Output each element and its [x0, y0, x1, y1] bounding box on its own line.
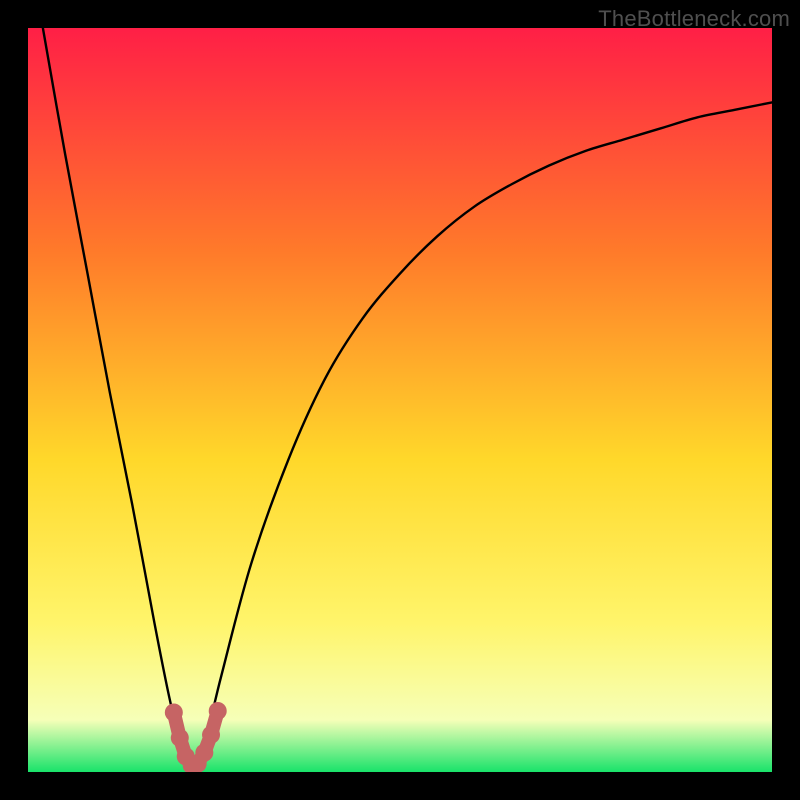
- marker-dot: [209, 702, 227, 720]
- chart-frame: TheBottleneck.com: [0, 0, 800, 800]
- marker-dot: [171, 729, 189, 747]
- plot-svg: [28, 28, 772, 772]
- marker-dot: [202, 726, 220, 744]
- marker-dot: [195, 744, 213, 762]
- marker-dot: [165, 703, 183, 721]
- watermark-text: TheBottleneck.com: [598, 6, 790, 32]
- gradient-background: [28, 28, 772, 772]
- plot-area: [28, 28, 772, 772]
